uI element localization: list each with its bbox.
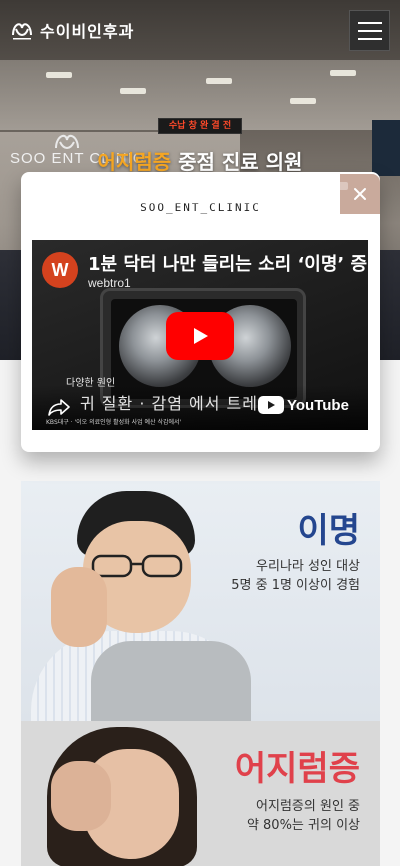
share-icon[interactable] <box>48 398 70 416</box>
youtube-logo[interactable]: YouTube <box>258 396 349 414</box>
video-source-tag: KBS대구 · '이오 의료인형 활성화 사업 예산 삭감에서' <box>46 419 182 426</box>
hero-title-accent: 어지럼증 <box>97 150 172 174</box>
brand-mark-icon <box>12 23 32 40</box>
man-vest <box>91 641 251 721</box>
dizziness-desc-line1: 어지럼증의 원인 중 <box>256 799 360 814</box>
hamburger-icon <box>357 21 382 24</box>
page: 수납 창 완 결 전 SOO ENT CLINIC 수이비인후과 어지럼증 중점… <box>0 0 400 866</box>
man-hand <box>51 567 107 647</box>
symptom-card: 이명 우리나라 성인 대상 5명 중 1명 이상이 경험 어지럼증 어지럼증의 … <box>21 481 380 866</box>
close-icon <box>354 188 366 200</box>
play-button[interactable] <box>166 312 234 360</box>
youtube-icon <box>258 396 284 414</box>
video-caption-big: 귀 질환 · 감염 에서 트레스 <box>80 394 274 413</box>
header: 수이비인후과 <box>0 0 400 62</box>
dizziness-section: 어지럼증 어지럼증의 원인 중 약 80%는 귀의 이상 <box>21 721 380 866</box>
tinnitus-desc-line2: 5명 중 1명 이상이 경험 <box>231 578 360 593</box>
ceiling-light <box>290 98 316 104</box>
woman-hand <box>51 761 111 831</box>
tinnitus-section: 이명 우리나라 성인 대상 5명 중 1명 이상이 경험 <box>21 481 380 721</box>
hero-title-rest: 중점 진료 의원 <box>171 150 303 174</box>
ceiling-light <box>46 72 72 78</box>
hero-title: 어지럼증 중점 진료 의원 <box>0 146 400 175</box>
glasses-icon <box>91 554 183 578</box>
led-text: 수납 창 완 결 전 <box>168 121 232 131</box>
menu-button[interactable] <box>349 10 390 51</box>
play-icon <box>194 328 208 344</box>
video-popup: SOO_ENT_CLINIC W 1분 닥터 나만 들리는 소리 ‘이명’ 증 … <box>21 172 380 452</box>
channel-avatar[interactable]: W <box>42 252 78 288</box>
popup-close-button[interactable] <box>340 174 380 214</box>
video-title[interactable]: 1분 닥터 나만 들리는 소리 ‘이명’ 증 <box>88 250 368 276</box>
video-channel-name[interactable]: webtro1 <box>88 276 131 290</box>
brand-logo[interactable]: 수이비인후과 <box>10 18 134 42</box>
ceiling-light <box>330 70 356 76</box>
tinnitus-description: 우리나라 성인 대상 5명 중 1명 이상이 경험 <box>231 557 360 595</box>
tinnitus-heading: 이명 <box>297 511 360 551</box>
youtube-video-player[interactable]: W 1분 닥터 나만 들리는 소리 ‘이명’ 증 webtro1 다양한 원인 … <box>32 240 368 430</box>
hero-subtext-line <box>70 196 330 204</box>
hamburger-icon <box>357 37 382 40</box>
youtube-wordmark: YouTube <box>287 396 349 414</box>
hamburger-icon <box>357 29 382 32</box>
dizziness-desc-line2: 약 80%는 귀의 이상 <box>246 818 360 833</box>
brand-name: 수이비인후과 <box>40 22 135 41</box>
ceiling-light <box>120 88 146 94</box>
led-display: 수납 창 완 결 전 <box>158 118 242 134</box>
dizziness-heading: 어지럼증 <box>234 749 360 789</box>
dizziness-description: 어지럼증의 원인 중 약 80%는 귀의 이상 <box>247 797 360 835</box>
hero-subtext-line <box>48 182 348 190</box>
tinnitus-desc-line1: 우리나라 성인 대상 <box>256 559 360 574</box>
ceiling-light <box>206 78 232 84</box>
